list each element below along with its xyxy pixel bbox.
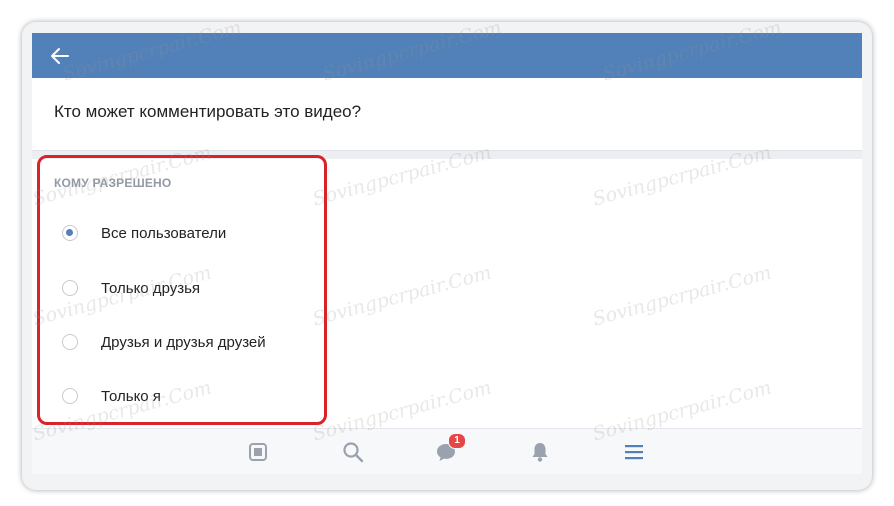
nav-messages[interactable]: 1 [433, 433, 466, 465]
question-panel: Кто может комментировать это видео? [32, 78, 862, 151]
top-bar [32, 33, 862, 78]
menu-icon [625, 445, 643, 460]
back-button[interactable] [46, 42, 74, 70]
nav-notifications[interactable] [527, 439, 553, 465]
unread-badge: 1 [448, 433, 466, 449]
bottom-navigation: 1 [32, 428, 862, 474]
arrow-left-icon [51, 48, 69, 64]
bell-icon [532, 443, 548, 462]
news-icon [249, 443, 267, 461]
search-icon [343, 442, 364, 463]
question-title: Кто может комментировать это видео? [54, 102, 362, 121]
nav-news[interactable] [245, 439, 271, 465]
nav-menu[interactable] [621, 439, 647, 465]
highlight-frame [37, 155, 327, 425]
nav-search[interactable] [340, 439, 366, 465]
